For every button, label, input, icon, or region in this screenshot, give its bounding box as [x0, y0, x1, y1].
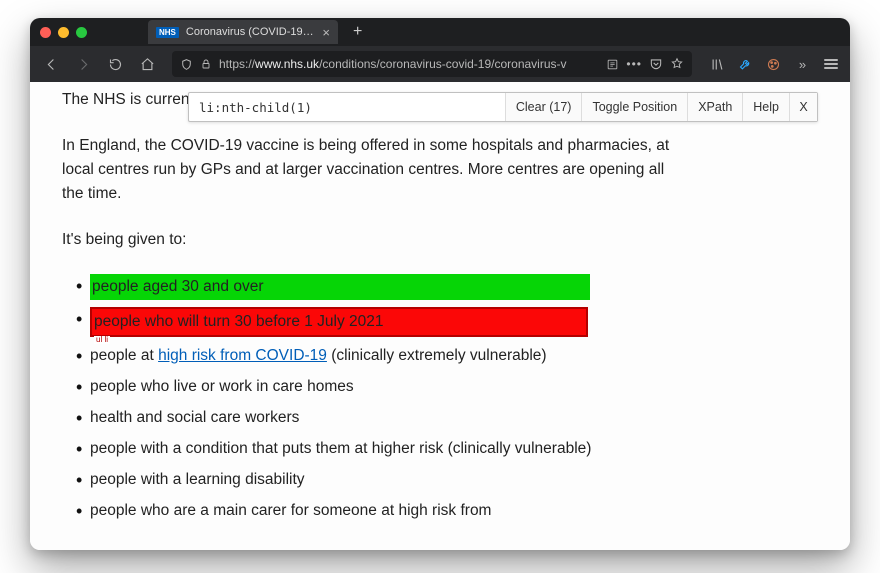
browser-toolbar: https://www.nhs.uk/conditions/coronaviru… [30, 46, 850, 82]
arrow-right-icon [76, 57, 91, 72]
list-item[interactable]: health and social care workers [76, 406, 670, 430]
home-button[interactable] [134, 51, 160, 77]
selector-gadget-toggle-button[interactable]: Toggle Position [581, 93, 687, 121]
new-tab-button[interactable]: + [353, 23, 362, 41]
wrench-icon [738, 57, 753, 72]
eligibility-list: people aged 30 and over people who will … [62, 274, 670, 523]
back-button[interactable] [38, 51, 64, 77]
close-window-dot[interactable] [40, 27, 51, 38]
paragraph: It's being given to: [62, 228, 670, 252]
reader-mode-icon[interactable] [606, 58, 619, 71]
selector-gadget-bar: Clear (17) Toggle Position XPath Help X [188, 92, 818, 122]
extension-button[interactable] [760, 51, 786, 77]
minimize-window-dot[interactable] [58, 27, 69, 38]
tab-title: Coronavirus (COVID-19) vaccin [186, 26, 316, 38]
home-icon [140, 57, 155, 72]
list-item[interactable]: people at high risk from COVID-19 (clini… [76, 344, 670, 368]
pocket-icon[interactable] [649, 57, 663, 71]
nhs-favicon: NHS [156, 27, 179, 38]
toolbar-right-icons: » [704, 51, 842, 77]
library-icon [710, 57, 725, 72]
more-icon[interactable]: ••• [626, 57, 642, 71]
chevrons-icon: » [799, 57, 803, 72]
overflow-button[interactable]: » [788, 51, 814, 77]
reload-button[interactable] [102, 51, 128, 77]
selector-gadget-xpath-button[interactable]: XPath [687, 93, 742, 121]
url-bar[interactable]: https://www.nhs.uk/conditions/coronaviru… [172, 51, 692, 77]
list-item[interactable]: people who will turn 30 before 1 July 20… [76, 307, 670, 337]
list-item[interactable]: people who live or work in care homes [76, 375, 670, 399]
bookmark-star-icon[interactable] [670, 57, 684, 71]
highlight-rejected: people who will turn 30 before 1 July 20… [90, 307, 588, 337]
list-item[interactable]: people who are a main carer for someone … [76, 499, 670, 523]
library-button[interactable] [704, 51, 730, 77]
selector-gadget-input[interactable] [189, 100, 505, 115]
reload-icon [108, 57, 123, 72]
forward-button[interactable] [70, 51, 96, 77]
maximize-window-dot[interactable] [76, 27, 87, 38]
hamburger-icon [824, 59, 838, 69]
selector-gadget-close-button[interactable]: X [789, 93, 817, 121]
url-text: https://www.nhs.uk/conditions/coronaviru… [219, 57, 599, 71]
browser-tab[interactable]: NHS Coronavirus (COVID-19) vaccin × [148, 20, 338, 44]
list-item[interactable]: people aged 30 and over [76, 274, 670, 300]
list-item[interactable]: people with a condition that puts them a… [76, 437, 670, 461]
close-tab-icon[interactable]: × [322, 25, 330, 40]
high-risk-link[interactable]: high risk from COVID-19 [158, 347, 327, 364]
highlight-selected: people aged 30 and over [90, 274, 590, 300]
page-viewport: Clear (17) Toggle Position XPath Help X … [30, 82, 850, 550]
selector-tag-label: ul li [94, 336, 110, 344]
paragraph: In England, the COVID-19 vaccine is bein… [62, 134, 670, 206]
window-titlebar: NHS Coronavirus (COVID-19) vaccin × + [30, 18, 850, 46]
selector-gadget-help-button[interactable]: Help [742, 93, 789, 121]
article-content: The NHS is currently offering the COVID-… [30, 82, 710, 550]
list-item[interactable]: people with a learning disability [76, 468, 670, 492]
shield-icon [180, 58, 193, 71]
arrow-left-icon [44, 57, 59, 72]
selector-gadget-ext-button[interactable] [732, 51, 758, 77]
palette-icon [766, 57, 781, 72]
selector-gadget-clear-button[interactable]: Clear (17) [505, 93, 582, 121]
app-menu-button[interactable] [816, 51, 842, 77]
lock-icon [200, 58, 212, 70]
browser-window: NHS Coronavirus (COVID-19) vaccin × + ht… [30, 18, 850, 550]
